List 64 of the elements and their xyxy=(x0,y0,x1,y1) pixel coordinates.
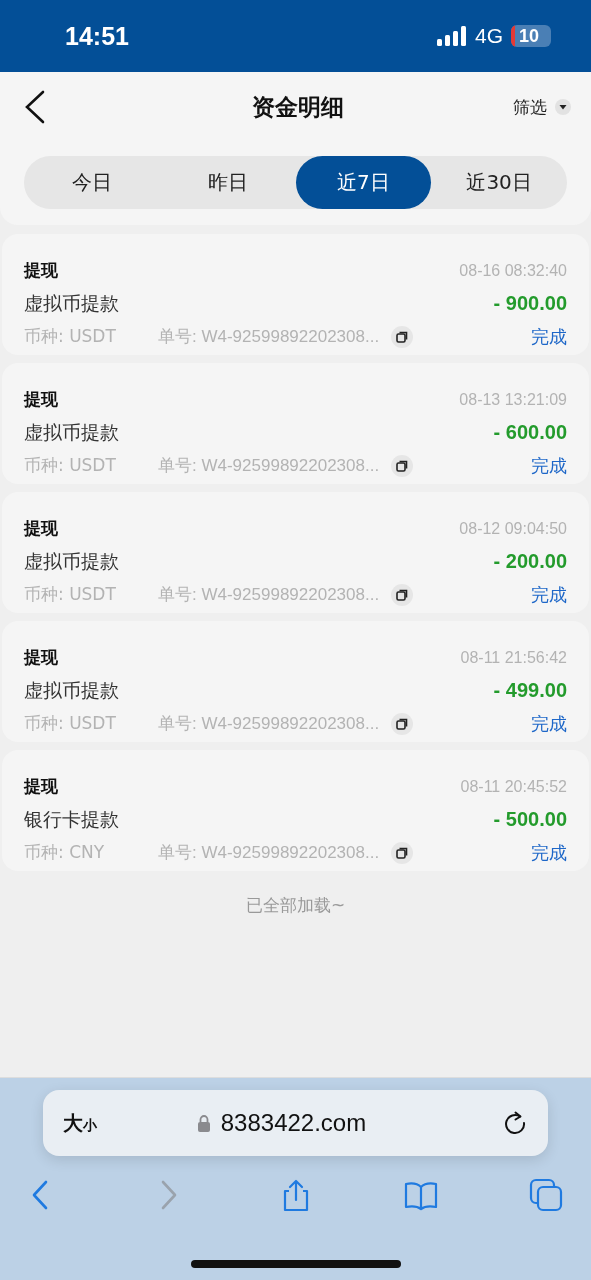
record-amount: - 500.00 xyxy=(493,808,567,831)
record-type: 提现 xyxy=(24,517,58,540)
record-currency: 币种: USDT xyxy=(24,712,117,735)
record-title: 虚拟币提款 xyxy=(24,677,119,703)
reload-icon[interactable] xyxy=(502,1110,528,1136)
copy-icon[interactable] xyxy=(391,454,414,477)
record-currency: 币种: USDT xyxy=(24,325,117,348)
status-time: 14:51 xyxy=(65,21,129,51)
record-status: 完成 xyxy=(531,582,567,607)
copy-icon[interactable] xyxy=(391,712,414,735)
period-tab[interactable]: 今日 xyxy=(24,156,160,209)
record-status: 完成 xyxy=(531,840,567,865)
record-type: 提现 xyxy=(24,775,58,798)
record-card[interactable]: 提现 08-13 13:21:09 虚拟币提款 - 600.00 币种: USDT 单号: W4-92599892202308... 完成 xyxy=(2,363,589,484)
address-bar[interactable]: 大小 8383422.com xyxy=(43,1090,548,1156)
record-type: 提现 xyxy=(24,388,58,411)
period-tab[interactable]: 近7日 xyxy=(295,156,432,209)
record-card[interactable]: 提现 08-12 09:04:50 虚拟币提款 - 200.00 币种: USDT 单号: W4-92599892202308... 完成 xyxy=(2,492,589,613)
record-time: 08-11 21:56:42 xyxy=(460,648,567,667)
url-text: 8383422.com xyxy=(220,1109,367,1137)
record-card[interactable]: 提现 08-11 20:45:52 银行卡提款 - 500.00 币种: CNY 单号: W4-92599892202308... 完成 xyxy=(2,750,589,871)
record-currency: 币种: USDT xyxy=(24,583,117,606)
record-amount: - 600.00 xyxy=(493,421,567,444)
dropdown-icon xyxy=(555,99,571,115)
record-amount: - 499.00 xyxy=(493,679,567,702)
tabs-icon[interactable] xyxy=(529,1178,563,1212)
record-time: 08-11 20:45:52 xyxy=(460,777,567,796)
copy-icon[interactable] xyxy=(391,841,414,864)
record-title: 虚拟币提款 xyxy=(24,548,119,574)
record-card[interactable]: 提现 08-11 21:56:42 虚拟币提款 - 499.00 币种: USDT 单号: W4-92599892202308... 完成 xyxy=(2,621,589,742)
order-number: 单号: W4-92599892202308... xyxy=(158,713,380,735)
record-currency: 币种: CNY xyxy=(24,841,106,864)
signal-icon xyxy=(437,26,467,46)
record-title: 虚拟币提款 xyxy=(24,419,119,445)
record-time: 08-12 09:04:50 xyxy=(459,519,567,538)
filter-button[interactable]: 筛选 xyxy=(513,95,571,119)
record-type: 提现 xyxy=(24,259,58,282)
order-number: 单号: W4-92599892202308... xyxy=(158,842,380,864)
record-currency: 币种: USDT xyxy=(24,454,117,477)
copy-icon[interactable] xyxy=(391,325,414,348)
period-tab[interactable]: 近30日 xyxy=(431,156,567,209)
record-status: 完成 xyxy=(531,453,567,478)
order-number: 单号: W4-92599892202308... xyxy=(158,584,380,606)
back-icon[interactable] xyxy=(24,89,46,125)
record-card[interactable]: 提现 08-16 08:32:40 虚拟币提款 - 900.00 币种: USDT 单号: W4-92599892202308... 完成 xyxy=(2,234,589,355)
record-status: 完成 xyxy=(531,324,567,349)
order-number: 单号: W4-92599892202308... xyxy=(158,455,380,477)
record-amount: - 900.00 xyxy=(493,292,567,315)
network-label: 4G xyxy=(475,24,503,48)
record-type: 提现 xyxy=(24,646,58,669)
text-size-button[interactable]: 大小 xyxy=(63,1109,97,1137)
record-time: 08-13 13:21:09 xyxy=(459,390,567,409)
record-title: 银行卡提款 xyxy=(24,806,119,832)
battery-icon: 10 xyxy=(511,25,551,47)
lock-icon xyxy=(196,1114,211,1132)
order-number: 单号: W4-92599892202308... xyxy=(158,326,380,348)
copy-icon[interactable] xyxy=(391,583,414,606)
page-title: 资金明细 xyxy=(251,92,344,122)
record-title: 虚拟币提款 xyxy=(24,290,119,316)
list-end-note: 已全部加载~ xyxy=(244,894,347,917)
record-status: 完成 xyxy=(531,711,567,736)
period-tab[interactable]: 昨日 xyxy=(159,156,296,209)
record-time: 08-16 08:32:40 xyxy=(459,261,567,280)
record-amount: - 200.00 xyxy=(493,550,567,573)
